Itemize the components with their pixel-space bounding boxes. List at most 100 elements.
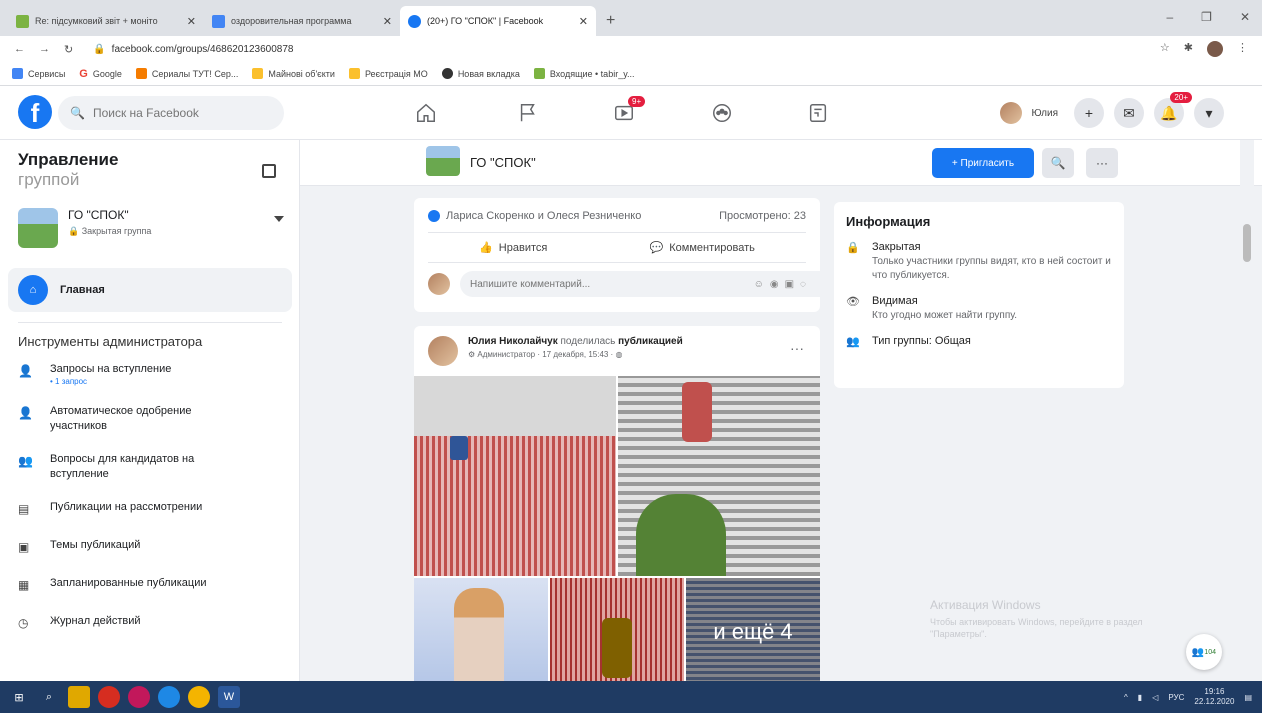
- group-privacy: 🔒 Закрытая группа: [68, 226, 152, 236]
- photo-5[interactable]: и ещё 4: [686, 578, 820, 686]
- bookmark-reestr[interactable]: Реєстрація МО: [348, 68, 428, 79]
- sidebar-item-scheduled-posts[interactable]: ▦ Запланированные публикации: [18, 576, 288, 596]
- new-tab-button[interactable]: +: [596, 12, 625, 36]
- menu-icon[interactable]: ⋮: [1237, 41, 1248, 57]
- nav-gaming[interactable]: [788, 96, 848, 130]
- bookmark-maynovi[interactable]: Майнові об'єкти: [252, 68, 335, 79]
- url-text: facebook.com/groups/468620123600878: [111, 43, 294, 55]
- scrollbar-thumb[interactable]: [1243, 224, 1251, 262]
- reload-icon[interactable]: ↻: [64, 43, 73, 56]
- file-explorer-icon[interactable]: [68, 686, 90, 708]
- back-icon[interactable]: ←: [14, 43, 25, 55]
- group-more-button[interactable]: ···: [1086, 148, 1118, 178]
- shared-object-link[interactable]: публикацией: [618, 336, 683, 347]
- language-indicator[interactable]: РУС: [1168, 693, 1184, 702]
- user-name[interactable]: Юлия: [1032, 108, 1059, 119]
- app-icon[interactable]: [128, 686, 150, 708]
- close-window-icon[interactable]: ✕: [1240, 10, 1250, 24]
- like-button[interactable]: 👍 Нравится: [479, 241, 547, 255]
- author-avatar[interactable]: [428, 336, 458, 366]
- url-field[interactable]: 🔒 facebook.com/groups/468620123600878: [93, 44, 1146, 55]
- windows-start-icon[interactable]: ⊞: [8, 686, 30, 708]
- close-tab-icon[interactable]: ✕: [187, 15, 196, 28]
- info-heading: Информация: [846, 214, 931, 229]
- facebook-logo-icon[interactable]: f: [18, 95, 52, 129]
- account-menu-button[interactable]: ▾: [1194, 98, 1224, 128]
- bookmark-label: Реєстрація МО: [364, 68, 428, 79]
- create-button[interactable]: +: [1074, 98, 1104, 128]
- sidebar-item-auto-approve[interactable]: 👤 Автоматическое одобрение участников: [18, 404, 288, 434]
- post-more-icon[interactable]: ···: [790, 340, 804, 356]
- sidebar-item-pending-posts[interactable]: ▤ Публикации на рассмотрении: [18, 500, 288, 520]
- browser-tab-2[interactable]: оздоровительная программа ✕: [204, 6, 400, 36]
- photo-4[interactable]: [550, 578, 684, 686]
- nav-groups[interactable]: [692, 96, 752, 130]
- close-tab-icon[interactable]: ✕: [579, 15, 588, 28]
- seen-count[interactable]: Просмотрено: 23: [719, 210, 806, 222]
- nav-watch[interactable]: 9+: [594, 96, 654, 130]
- bookmark-serials[interactable]: Сериалы ТУТ! Сер...: [135, 68, 238, 79]
- group-search-button[interactable]: 🔍: [1042, 148, 1074, 178]
- user-avatar[interactable]: [999, 102, 1022, 124]
- nav-home[interactable]: [396, 96, 456, 130]
- more-photos-overlay[interactable]: и ещё 4: [686, 578, 820, 686]
- group-title[interactable]: ГО "СПОК": [470, 155, 536, 170]
- volume-icon[interactable]: ◁: [1152, 693, 1158, 702]
- calendar-icon: ▦: [18, 578, 30, 592]
- sidebar-item-activity-log[interactable]: ◷ Журнал действий: [18, 614, 288, 634]
- bookmark-google[interactable]: G Google: [79, 68, 122, 80]
- reactions[interactable]: Лариса Скоренко и Олеся Резниченко: [428, 210, 641, 222]
- close-tab-icon[interactable]: ✕: [383, 15, 392, 28]
- notifications-center-icon[interactable]: ▤: [1244, 693, 1252, 702]
- contacts-button[interactable]: 👥 104: [1186, 634, 1222, 670]
- extensions-icon[interactable]: ✱: [1184, 41, 1193, 57]
- search-icon[interactable]: ⌕: [38, 686, 60, 708]
- info-desc: Кто угодно может найти группу.: [872, 310, 1018, 321]
- sidebar-item-join-requests[interactable]: 👤 Запросы на вступление • 1 запрос: [18, 362, 288, 386]
- author-name[interactable]: Юлия Николайчук: [468, 336, 558, 347]
- invite-button[interactable]: + Пригласить: [932, 148, 1034, 178]
- network-icon[interactable]: ▮: [1138, 693, 1142, 702]
- opera-icon[interactable]: [98, 686, 120, 708]
- group-dropdown-icon[interactable]: [274, 216, 284, 222]
- camera-icon[interactable]: ◉: [770, 279, 779, 290]
- nav-pages[interactable]: [498, 96, 558, 130]
- profile-icon[interactable]: [1207, 41, 1223, 57]
- app-icon[interactable]: [158, 686, 180, 708]
- maximize-icon[interactable]: ❐: [1201, 10, 1212, 24]
- messenger-button[interactable]: ✉: [1114, 98, 1144, 128]
- search-box[interactable]: 🔍: [58, 96, 284, 130]
- photo-1[interactable]: [414, 376, 616, 576]
- star-icon[interactable]: ☆: [1160, 41, 1170, 57]
- bookmark-inbox[interactable]: Входящие • tabir_y...: [533, 68, 635, 79]
- forward-icon[interactable]: →: [39, 43, 50, 55]
- collapse-sidebar-icon[interactable]: [262, 164, 276, 178]
- post-meta-text[interactable]: Администратор · 17 декабря, 15:43 ·: [477, 350, 613, 359]
- gif-icon[interactable]: ▣: [785, 279, 794, 290]
- notifications-button[interactable]: 🔔 20+: [1154, 92, 1192, 128]
- bookmark-services[interactable]: Сервисы: [12, 68, 65, 79]
- minimize-icon[interactable]: –: [1166, 10, 1173, 24]
- sidebar-item-member-questions[interactable]: 👥 Вопросы для кандидатов на вступление: [18, 452, 288, 482]
- tray-arrow-icon[interactable]: ^: [1124, 693, 1128, 702]
- browser-tab-1[interactable]: Re: підсумковий звіт + моніто ✕: [8, 6, 204, 36]
- comment-button[interactable]: 💬 Комментировать: [650, 241, 755, 255]
- page-scrollbar[interactable]: [1240, 140, 1254, 681]
- photo-2[interactable]: [618, 376, 820, 576]
- header-right: Юлия + ✉ 🔔 20+ ▾: [999, 92, 1224, 128]
- search-input[interactable]: [92, 106, 263, 120]
- photo-3[interactable]: [414, 578, 548, 686]
- emoji-icon[interactable]: ☺: [754, 279, 764, 290]
- sticker-icon[interactable]: ◌: [800, 279, 806, 290]
- chrome-icon[interactable]: [188, 686, 210, 708]
- group-thumbnail[interactable]: [426, 146, 460, 176]
- bookmark-newtab[interactable]: Новая вкладка: [441, 68, 520, 79]
- browser-tab-3[interactable]: (20+) ГО "СПОК" | Facebook ✕: [400, 6, 596, 36]
- lock-icon: 🔒: [93, 43, 106, 55]
- sidebar-item-post-topics[interactable]: ▣ Темы публикаций: [18, 538, 288, 558]
- clock[interactable]: 19:16 22.12.2020: [1194, 687, 1234, 707]
- group-selector[interactable]: ГО "СПОК" 🔒 Закрытая группа: [18, 208, 151, 248]
- sidebar-item-home[interactable]: ⌂ Главная: [8, 268, 292, 312]
- globe-icon: ◍: [615, 350, 623, 359]
- word-icon[interactable]: W: [218, 686, 240, 708]
